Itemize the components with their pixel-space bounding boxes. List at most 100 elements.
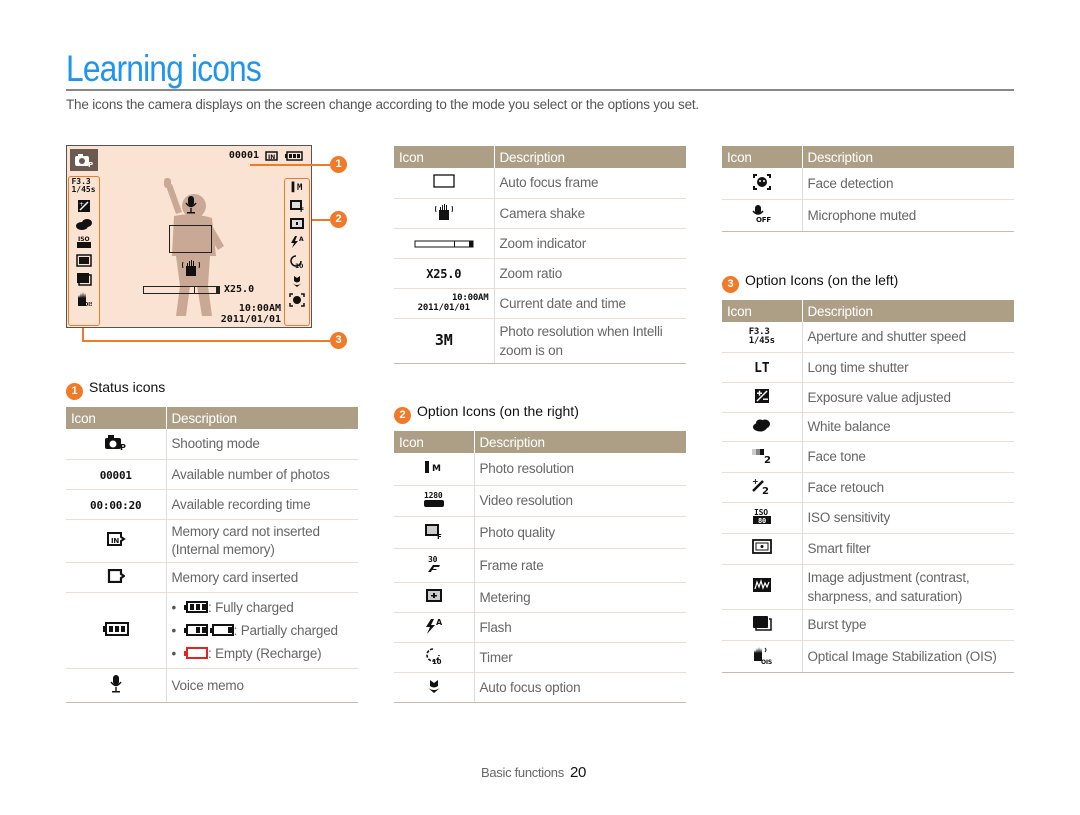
description: Current date and time	[494, 288, 686, 319]
table-row: Burst type	[722, 609, 1014, 641]
table-row: OIS Optical Image Stabilization (OIS)	[722, 640, 1014, 673]
camera-program-icon: P	[75, 154, 93, 168]
svg-text:M: M	[432, 464, 441, 474]
table-row: 2 Face tone	[722, 441, 1014, 473]
recording-time-icon: 00:00:20	[90, 498, 142, 512]
battery-label: : Fully charged	[208, 599, 294, 615]
svg-text:30: 30	[428, 555, 438, 564]
smart-filter-icon	[751, 539, 772, 554]
section-badge: 2	[394, 407, 411, 424]
date-text: 2011/01/01	[417, 303, 470, 313]
microphone-icon	[110, 674, 122, 692]
table-row: Metering	[394, 582, 686, 613]
svg-text:ISO: ISO	[754, 508, 768, 517]
left-option-icons-table: Icon Description F3.3 1/45s Aperture and …	[722, 300, 1014, 673]
camera-shake-icon	[182, 260, 200, 276]
face-retouch-icon: +2	[752, 477, 769, 497]
svg-text:2: 2	[764, 455, 771, 464]
col-description-header: Description	[802, 300, 1014, 322]
col-icon-header: Icon	[722, 300, 803, 322]
smart-filter-icon	[75, 254, 92, 267]
table-row: 00001 Available number of photos	[66, 459, 358, 490]
status-icons-heading: 1 Status icons	[66, 379, 165, 400]
right-option-icons-table: Icon Description M Photo resolution 1280…	[394, 431, 686, 703]
frame-rate-icon: 30	[427, 555, 440, 572]
callout-line-1	[250, 164, 330, 166]
battery-state-full: : Fully charged	[172, 596, 354, 619]
battery-states-list: : Fully charged : Partially charged : Em…	[172, 596, 354, 665]
macro-flower-icon	[292, 276, 302, 287]
battery-full-icon	[285, 150, 303, 161]
heading-text: Option Icons (on the left)	[745, 272, 899, 288]
callout-badge-2: 2	[330, 211, 347, 228]
description: Voice memo	[166, 668, 358, 703]
table-row: ISO 80 ISO sensitivity	[722, 502, 1014, 534]
col-icon-header: Icon	[722, 146, 803, 168]
description: Flash	[474, 612, 686, 643]
description: Camera shake	[494, 198, 686, 229]
shooting-mode-indicator: P	[70, 149, 98, 171]
svg-text:+: +	[79, 201, 84, 208]
table-row: Voice memo	[66, 668, 358, 703]
iso-icon: ISO80	[752, 508, 771, 525]
zoom-indicator-icon	[414, 240, 474, 247]
table-row: Image adjustment (contrast, sharpness, a…	[722, 564, 1014, 610]
intelli-zoom-resolution-icon: 3M	[434, 331, 453, 349]
status-icons-table: Icon Description P Shooting mode 00001 A…	[66, 407, 358, 703]
iso-icon: ISO	[76, 236, 91, 248]
photo-quality-icon: F	[424, 523, 442, 541]
svg-text:A: A	[299, 236, 304, 243]
description: Long time shutter	[802, 352, 1014, 383]
video-resolution-icon: 1280	[423, 491, 444, 507]
description: Frame rate	[474, 548, 686, 583]
description: Smart filter	[802, 533, 1014, 565]
description: ISO sensitivity	[802, 502, 1014, 534]
table-row: White balance	[722, 412, 1014, 442]
white-balance-icon	[752, 419, 770, 432]
svg-text:F: F	[437, 533, 442, 539]
microphone-icon	[185, 196, 197, 214]
long-time-shutter-icon: LT	[754, 360, 770, 376]
description: Shooting mode	[166, 429, 358, 460]
time: 10:00AM	[238, 303, 281, 314]
battery-label: : Empty (Recharge)	[208, 645, 322, 661]
photo-quality-icon: F	[290, 200, 304, 212]
af-frame	[169, 225, 212, 253]
left-option-icons-group: F3.31/45s + ISO OIS	[68, 176, 100, 326]
aperture-shutter-icon: F3.3 1/45s	[749, 327, 775, 346]
svg-text:P: P	[88, 161, 93, 168]
svg-text:OFF: OFF	[756, 216, 771, 223]
metering-icon	[425, 589, 442, 602]
description: Zoom indicator	[494, 228, 686, 259]
table-row: X25.0 Zoom ratio	[394, 258, 686, 289]
battery-two-thirds-icon	[184, 623, 209, 636]
callout-line-2	[312, 219, 330, 221]
table-row: : Fully charged : Partially charged : Em…	[66, 592, 358, 669]
svg-text:OIS: OIS	[761, 659, 772, 665]
table-row: OFF Microphone muted	[722, 199, 1014, 232]
table-row: 10 Timer	[394, 642, 686, 673]
internal-memory-icon: IN	[265, 150, 278, 161]
photo-resolution-icon: ▌M	[291, 183, 303, 193]
col-description-header: Description	[802, 146, 1014, 168]
table-row: Smart filter	[722, 533, 1014, 565]
table-row: IN Memory card not inserted (Internal me…	[66, 519, 358, 563]
camera-shake-icon	[434, 203, 453, 220]
heading-text: Status icons	[89, 379, 166, 395]
image-adjust-icon	[752, 578, 771, 592]
table-row: Face detection	[722, 168, 1014, 200]
svg-text:2: 2	[762, 486, 769, 495]
description: Image adjustment (contrast, sharpness, a…	[802, 564, 1014, 610]
table-row: 30 Frame rate	[394, 548, 686, 583]
battery-empty-icon	[184, 646, 209, 659]
col-icon-header: Icon	[66, 407, 167, 429]
footer-section: Basic functions	[481, 765, 564, 780]
date-time-icon: 10:00AM 2011/01/01	[399, 293, 489, 313]
face-tone-icon: 2	[751, 449, 771, 466]
zoom-ratio: X25.0	[224, 284, 255, 295]
col-description-header: Description	[474, 431, 686, 453]
table-row: A Flash	[394, 612, 686, 643]
ois-icon: OIS	[753, 646, 772, 666]
description: Aperture and shutter speed	[802, 322, 1014, 353]
camera-program-icon: P	[104, 435, 126, 452]
